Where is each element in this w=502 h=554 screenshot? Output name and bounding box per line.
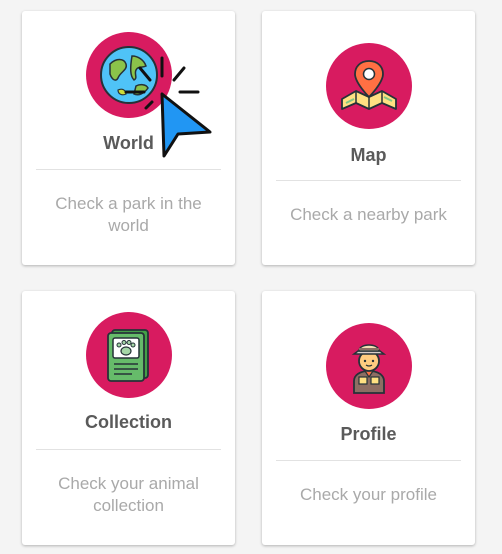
- profile-title: Profile: [340, 424, 397, 444]
- world-description: Check a park in the world: [55, 194, 202, 235]
- paw-card-icon: [106, 329, 149, 382]
- map-pin-icon: [340, 60, 397, 110]
- map-card[interactable]: Map Check a nearby park: [262, 11, 475, 265]
- collection-description: Check your animal collection: [58, 474, 199, 515]
- map-icon-circle: [325, 43, 412, 129]
- collection-card[interactable]: Collection Check your animal collection: [22, 291, 235, 545]
- menu-grid: World Check a park in the world Map Chec…: [0, 0, 502, 554]
- map-title: Map: [350, 145, 387, 165]
- world-icon-circle: [85, 32, 172, 118]
- world-divider: [36, 169, 221, 170]
- explorer-avatar-icon: [351, 344, 386, 394]
- profile-card[interactable]: Profile Check your profile: [262, 291, 475, 545]
- collection-title: Collection: [84, 412, 172, 432]
- collection-icon-circle: [85, 312, 172, 398]
- map-divider: [276, 180, 461, 181]
- profile-description: Check your profile: [299, 485, 437, 504]
- world-title: World: [103, 133, 154, 153]
- profile-icon-circle: [325, 323, 412, 409]
- globe-icon: [99, 46, 158, 104]
- map-description: Check a nearby park: [290, 205, 447, 224]
- world-card[interactable]: World Check a park in the world: [22, 11, 235, 265]
- collection-divider: [36, 449, 221, 450]
- profile-divider: [276, 460, 461, 461]
